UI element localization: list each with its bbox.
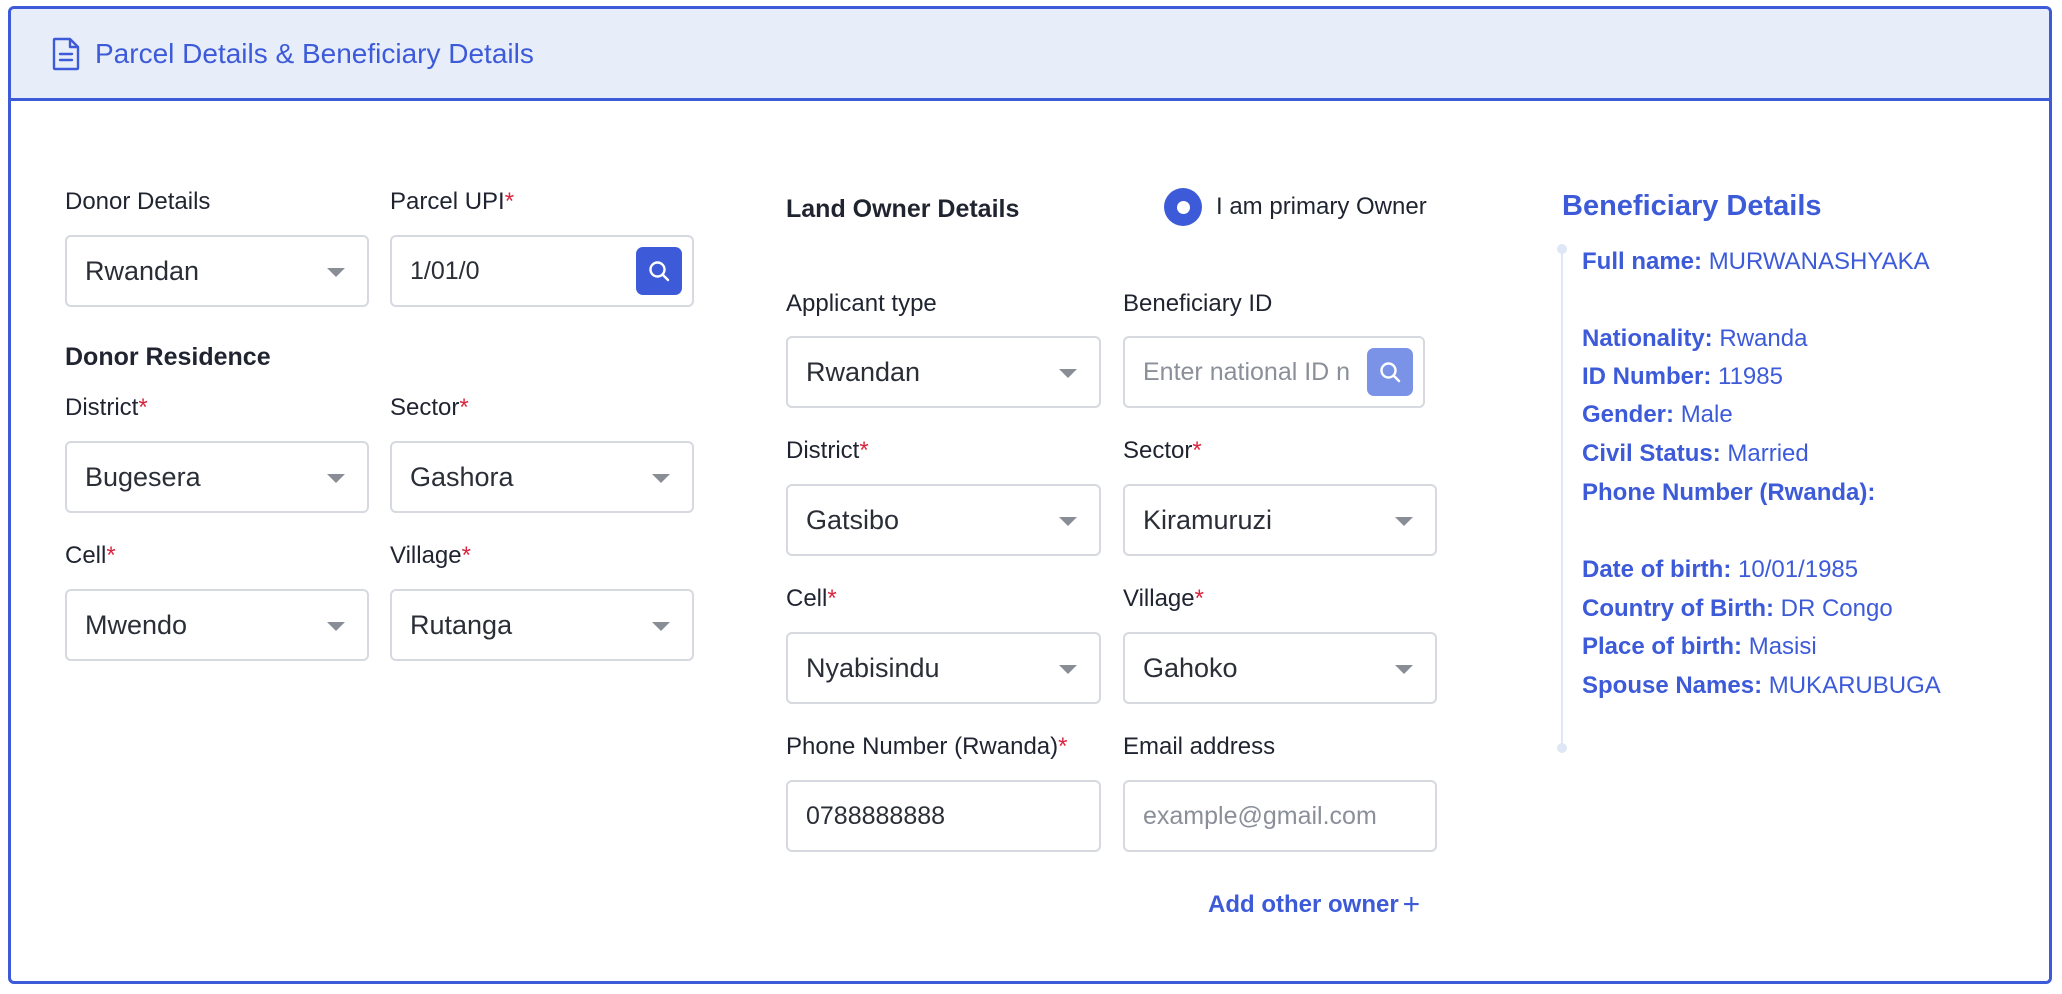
owner-cell-label: Cell* <box>786 585 837 612</box>
panel-header: Parcel Details & Beneficiary Details <box>11 9 2049 101</box>
parcel-upi-label: Parcel UPI* <box>390 188 515 215</box>
plus-icon: + <box>1402 888 1421 921</box>
owner-village-label: Village* <box>1123 585 1204 612</box>
search-icon <box>1380 362 1401 383</box>
timeline-dot <box>1557 743 1567 753</box>
donor-cell-label: Cell* <box>65 542 116 569</box>
donor-district-select[interactable]: Bugesera <box>65 441 369 513</box>
donor-cell-select[interactable]: Mwendo <box>65 589 369 661</box>
email-label: Email address <box>1123 733 1276 760</box>
donor-village-select[interactable]: Rutanga <box>390 589 694 661</box>
search-icon <box>649 261 670 282</box>
phone-label: Phone Number (Rwanda)* <box>786 733 1068 760</box>
donor-details-select[interactable]: Rwandan <box>65 235 369 307</box>
beneficiary-full-name: Full name: MURWANASHYAKA <box>1582 248 1930 275</box>
donor-details-label: Donor Details <box>65 188 211 215</box>
chevron-down-icon <box>327 622 345 631</box>
owner-village-select[interactable]: Gahoko <box>1123 632 1437 704</box>
phone-field[interactable]: 0788888888 <box>786 780 1101 852</box>
donor-sector-label: Sector* <box>390 394 469 421</box>
radio-selected-icon[interactable] <box>1164 188 1202 226</box>
donor-residence-heading: Donor Residence <box>65 343 271 371</box>
chevron-down-icon <box>1395 517 1413 526</box>
document-icon <box>51 37 81 71</box>
parcel-search-button[interactable] <box>636 247 682 295</box>
donor-sector-select[interactable]: Gashora <box>390 441 694 513</box>
chevron-down-icon <box>1059 369 1077 378</box>
email-field[interactable] <box>1123 780 1437 852</box>
add-other-owner-button[interactable]: Add other owner + <box>1208 888 1420 922</box>
beneficiary-id-field[interactable] <box>1123 336 1425 408</box>
chevron-down-icon <box>1395 665 1413 674</box>
beneficiary-id-label: Beneficiary ID <box>1123 290 1273 317</box>
beneficiary-place-of-birth: Place of birth: Masisi <box>1582 633 1817 660</box>
panel-title: Parcel Details & Beneficiary Details <box>95 37 534 69</box>
applicant-type-select[interactable]: Rwandan <box>786 336 1101 408</box>
beneficiary-id-input[interactable] <box>1143 357 1359 387</box>
beneficiary-nationality: Nationality: Rwanda <box>1582 325 1808 352</box>
beneficiary-spouse-names: Spouse Names: MUKARUBUGA <box>1582 672 1941 699</box>
beneficiary-id-number: ID Number: 11985 <box>1582 363 1783 390</box>
beneficiary-search-button[interactable] <box>1367 348 1413 396</box>
beneficiary-gender: Gender: Male <box>1582 401 1733 428</box>
applicant-type-label: Applicant type <box>786 290 937 317</box>
chevron-down-icon <box>652 622 670 631</box>
donor-district-label: District* <box>65 394 148 421</box>
beneficiary-civil-status: Civil Status: Married <box>1582 440 1809 467</box>
chevron-down-icon <box>327 474 345 483</box>
beneficiary-phone: Phone Number (Rwanda): <box>1582 479 1876 506</box>
chevron-down-icon <box>1059 665 1077 674</box>
parcel-upi-field[interactable]: 1/01/0 <box>390 235 694 307</box>
primary-owner-label: I am primary Owner <box>1216 193 1427 220</box>
email-input[interactable] <box>1143 801 1435 831</box>
beneficiary-details-title: Beneficiary Details <box>1562 190 1822 222</box>
chevron-down-icon <box>327 268 345 277</box>
donor-village-label: Village* <box>390 542 471 569</box>
timeline-dot <box>1557 244 1567 254</box>
chevron-down-icon <box>1059 517 1077 526</box>
primary-owner-radio[interactable]: I am primary Owner <box>1164 188 1427 226</box>
owner-sector-select[interactable]: Kiramuruzi <box>1123 484 1437 556</box>
chevron-down-icon <box>652 474 670 483</box>
timeline-line <box>1561 248 1563 748</box>
owner-sector-label: Sector* <box>1123 437 1202 464</box>
owner-district-label: District* <box>786 437 869 464</box>
land-owner-heading: Land Owner Details <box>786 195 1020 223</box>
beneficiary-country-of-birth: Country of Birth: DR Congo <box>1582 595 1893 622</box>
beneficiary-date-of-birth: Date of birth: 10/01/1985 <box>1582 556 1859 583</box>
owner-cell-select[interactable]: Nyabisindu <box>786 632 1101 704</box>
owner-district-select[interactable]: Gatsibo <box>786 484 1101 556</box>
